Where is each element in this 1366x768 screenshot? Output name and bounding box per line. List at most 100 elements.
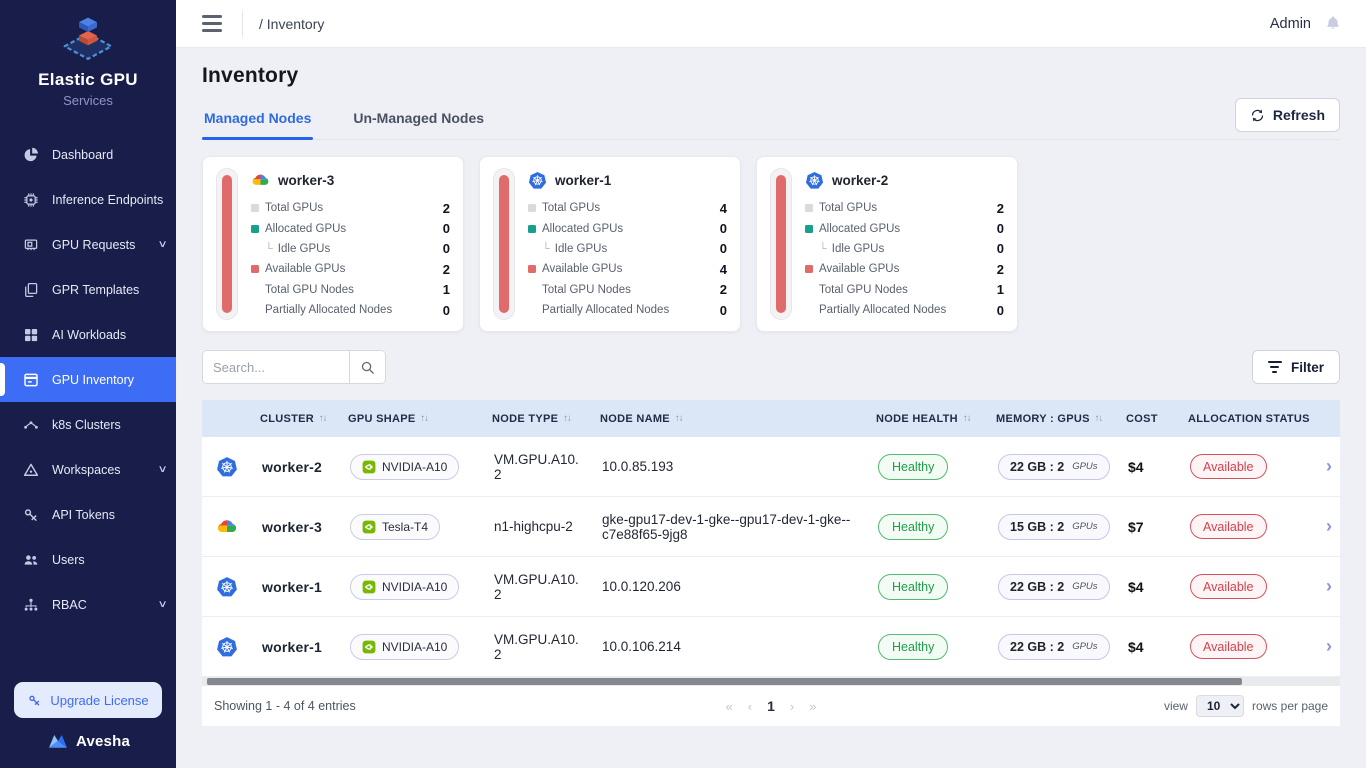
column-header-memory-gpus[interactable]: MEMORY : GPUS ↑↓ — [988, 413, 1118, 425]
indent-mark: └ — [265, 243, 273, 255]
column-header-cost[interactable]: COST — [1118, 413, 1180, 425]
stat-label: Idle GPUs — [832, 243, 884, 255]
card-stat-row: Allocated GPUs 0 — [251, 218, 450, 238]
sidebar-item-gpr-templates[interactable]: GPR Templates — [0, 267, 176, 312]
prev-page-button[interactable]: ‹ — [748, 699, 752, 714]
column-header-cluster[interactable]: CLUSTER ↑↓ — [252, 413, 340, 425]
chevron-down-icon: ∨ — [157, 599, 167, 610]
table-row[interactable]: worker-1 NVIDIA-A10 VM.GPU.A10.2 10.0.10… — [202, 617, 1340, 677]
dashboard-icon — [22, 146, 40, 164]
hamburger-menu-icon[interactable] — [200, 11, 224, 36]
stat-value: 0 — [443, 221, 450, 236]
column-header-node-name[interactable]: NODE NAME ↑↓ — [592, 413, 868, 425]
tab-managed-nodes[interactable]: Managed Nodes — [202, 102, 313, 139]
filter-button[interactable]: Filter — [1252, 350, 1340, 384]
card-stat-row: └ Idle GPUs 0 — [251, 239, 450, 259]
user-menu[interactable]: Admin — [1270, 16, 1311, 32]
memory-label: 22 GB : 2 — [1010, 460, 1064, 474]
sidebar-item-ai-workloads[interactable]: AI Workloads — [0, 312, 176, 357]
column-header-gpu-shape[interactable]: GPU SHAPE ↑↓ — [340, 413, 484, 425]
stat-label: Allocated GPUs — [265, 223, 346, 235]
legend-swatch — [528, 245, 536, 253]
legend-swatch — [251, 265, 259, 273]
card-stats: Total GPUs 2 Allocated GPUs 0 └ Idle GPU… — [805, 198, 1004, 320]
topbar-divider — [242, 11, 243, 37]
sidebar-item-api-tokens[interactable]: API Tokens — [0, 492, 176, 537]
notifications-bell-icon[interactable] — [1324, 14, 1342, 33]
allocation-status-badge: Available — [1190, 634, 1267, 659]
workspaces-icon — [22, 461, 40, 479]
column-header-label: NODE HEALTH — [876, 413, 958, 425]
stat-label: Partially Allocated Nodes — [542, 304, 669, 316]
row-expand-chevron[interactable]: › — [1318, 636, 1340, 657]
node-health-badge: Healthy — [878, 634, 948, 660]
k8s-icon — [216, 576, 238, 598]
templates-icon — [22, 281, 40, 299]
tokens-icon — [22, 506, 40, 524]
column-header-label: GPU SHAPE — [348, 413, 416, 425]
next-page-button[interactable]: › — [790, 699, 794, 714]
allocation-status-badge: Available — [1190, 514, 1267, 539]
brand: Elastic GPU Services — [0, 0, 176, 108]
gpus-unit-label: GPUs — [1072, 581, 1097, 592]
sort-icon[interactable]: ↑↓ — [319, 413, 327, 424]
search-input[interactable] — [203, 351, 349, 383]
column-header-node-health[interactable]: NODE HEALTH ↑↓ — [868, 413, 988, 425]
sort-icon[interactable]: ↑↓ — [1095, 413, 1103, 424]
sidebar-item-inference-endpoints[interactable]: Inference Endpoints — [0, 177, 176, 222]
memory-gpus-badge: 15 GB : 2GPUs — [998, 514, 1110, 540]
sort-icon[interactable]: ↑↓ — [675, 413, 683, 424]
sidebar-item-label: Dashboard — [52, 148, 113, 162]
stat-label: Total GPU Nodes — [819, 284, 908, 296]
refresh-button[interactable]: Refresh — [1235, 98, 1340, 132]
sidebar-item-label: Inference Endpoints — [52, 193, 163, 207]
node-health-badge: Healthy — [878, 514, 948, 540]
card-stat-row: Available GPUs 2 — [251, 259, 450, 279]
table-row[interactable]: worker-2 NVIDIA-A10 VM.GPU.A10.2 10.0.85… — [202, 437, 1340, 497]
gpu-availability-gauge — [770, 168, 792, 320]
gpus-unit-label: GPUs — [1072, 461, 1097, 472]
last-page-button[interactable]: » — [809, 699, 816, 714]
sidebar-item-gpu-inventory[interactable]: GPU Inventory — [0, 357, 176, 402]
cell-node-type: VM.GPU.A10.2 — [484, 626, 592, 668]
column-header-node-type[interactable]: NODE TYPE ↑↓ — [484, 413, 592, 425]
upgrade-license-button[interactable]: Upgrade License — [14, 682, 162, 718]
horizontal-scrollbar[interactable] — [202, 677, 1340, 686]
column-header-allocation-status[interactable]: ALLOCATION STATUS — [1180, 413, 1318, 425]
brand-subtitle: Services — [0, 93, 176, 108]
sidebar-item-dashboard[interactable]: Dashboard — [0, 132, 176, 177]
sort-icon[interactable]: ↑↓ — [963, 413, 971, 424]
sidebar-item-workspaces[interactable]: Workspaces ∨ — [0, 447, 176, 492]
stat-label: Total GPU Nodes — [265, 284, 354, 296]
stat-label: Partially Allocated Nodes — [265, 304, 392, 316]
sidebar-item-rbac[interactable]: RBAC ∨ — [0, 582, 176, 627]
gpu-availability-gauge — [493, 168, 515, 320]
sidebar-item-k8s-clusters[interactable]: k8s Clusters — [0, 402, 176, 447]
row-expand-chevron[interactable]: › — [1318, 456, 1340, 477]
search-button[interactable] — [349, 351, 385, 383]
table-row[interactable]: worker-1 NVIDIA-A10 VM.GPU.A10.2 10.0.12… — [202, 557, 1340, 617]
nvidia-icon — [362, 580, 376, 594]
node-card-title: worker-3 — [278, 173, 334, 188]
card-stat-row: Available GPUs 2 — [805, 259, 1004, 279]
table-footer: Showing 1 - 4 of 4 entries « ‹ 1 › » vie… — [202, 686, 1340, 726]
sidebar-item-label: AI Workloads — [52, 328, 126, 342]
first-page-button[interactable]: « — [726, 699, 733, 714]
stat-value: 1 — [443, 282, 450, 297]
table-row[interactable]: worker-3 Tesla-T4 n1-highcpu-2 gke-gpu17… — [202, 497, 1340, 557]
stat-value: 0 — [997, 303, 1004, 318]
row-expand-chevron[interactable]: › — [1318, 576, 1340, 597]
sidebar-item-users[interactable]: Users — [0, 537, 176, 582]
sort-icon[interactable]: ↑↓ — [421, 413, 429, 424]
card-stat-row: └ Idle GPUs 0 — [528, 239, 727, 259]
legend-swatch — [805, 286, 813, 294]
gpu-shape-label: Tesla-T4 — [382, 520, 428, 534]
card-stat-row: Total GPUs 2 — [805, 198, 1004, 218]
tab-unmanaged-nodes[interactable]: Un-Managed Nodes — [351, 102, 486, 139]
sort-icon[interactable]: ↑↓ — [563, 413, 571, 424]
row-expand-chevron[interactable]: › — [1318, 516, 1340, 537]
sidebar-item-gpu-requests[interactable]: GPU Requests ∨ — [0, 222, 176, 267]
page-size-select[interactable]: 10 — [1196, 695, 1244, 717]
scrollbar-thumb[interactable] — [207, 678, 1242, 685]
gpu-shape-label: NVIDIA-A10 — [382, 640, 447, 654]
